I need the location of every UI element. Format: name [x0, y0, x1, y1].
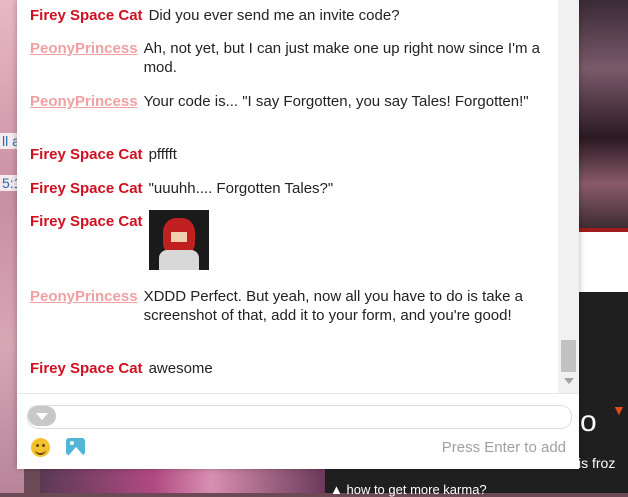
emoji-eye [36, 444, 39, 447]
message-text: Your code is... "I say Forgotten, you sa… [143, 93, 529, 110]
image-art [158, 250, 199, 270]
message: Firey Space Cat Did you ever send me an … [30, 6, 555, 25]
image-upload-icon[interactable] [66, 438, 85, 455]
chat-message-input[interactable] [27, 405, 572, 429]
message-username[interactable]: PeonyPrincess [30, 39, 138, 77]
collapse-button[interactable] [28, 406, 56, 426]
scroll-down-arrow-icon[interactable] [564, 378, 574, 384]
image-art [170, 232, 187, 242]
karma-link[interactable]: ▲ how to get more karma? [330, 482, 487, 497]
chevron-down-icon [36, 413, 48, 420]
karma-link-label: how to get more karma? [346, 482, 487, 497]
message: PeonyPrincess Ah, not yet, but I can jus… [30, 39, 555, 77]
message: PeonyPrincess XDDD Perfect. But yeah, no… [30, 287, 555, 325]
message-username[interactable]: Firey Space Cat [30, 359, 143, 378]
message-image[interactable] [148, 210, 209, 270]
chat-input-area: Press Enter to add [17, 393, 579, 469]
message-text: Did you ever send me an invite code? [148, 7, 400, 24]
message-text: "uuuhh.... Forgotten Tales?" [148, 180, 334, 197]
message-username[interactable]: PeonyPrincess [30, 287, 138, 325]
chat-window: Firey Space Cat Did you ever send me an … [17, 0, 579, 469]
input-hint: Press Enter to add [441, 439, 566, 456]
scrollbar[interactable] [558, 0, 579, 393]
background-heading-letter: o [580, 405, 597, 438]
background-panel [578, 232, 628, 292]
message-text: Ah, not yet, but I can just make one up … [143, 40, 540, 76]
emoji-icon[interactable] [31, 438, 50, 457]
image-mountain [69, 447, 83, 455]
background-status-text: is froz [578, 455, 616, 471]
message-username[interactable]: Firey Space Cat [30, 6, 143, 25]
message-username[interactable]: Firey Space Cat [30, 212, 143, 270]
scrollbar-thumb[interactable] [561, 340, 576, 372]
message-text: pfffft [148, 146, 177, 163]
downvote-arrow-icon[interactable]: ▼ [612, 402, 626, 418]
message-list: Firey Space Cat Did you ever send me an … [17, 0, 558, 393]
message-username[interactable]: PeonyPrincess [30, 92, 138, 111]
message: PeonyPrincess Your code is... "I say For… [30, 92, 555, 111]
message-username[interactable]: Firey Space Cat [30, 179, 143, 198]
background-art-right [578, 0, 628, 230]
message-text: awesome [148, 360, 213, 377]
message-username[interactable]: Firey Space Cat [30, 145, 143, 164]
emoji-eye [42, 444, 45, 447]
message: Firey Space Cat "uuuhh.... Forgotten Tal… [30, 179, 555, 198]
message: Firey Space Cat [30, 210, 555, 270]
message-text: XDDD Perfect. But yeah, now all you have… [143, 288, 523, 324]
message: Firey Space Cat awesome [30, 359, 555, 378]
image-sun [70, 441, 74, 445]
emoji-mouth [35, 448, 46, 455]
message: Firey Space Cat pfffft [30, 145, 555, 164]
